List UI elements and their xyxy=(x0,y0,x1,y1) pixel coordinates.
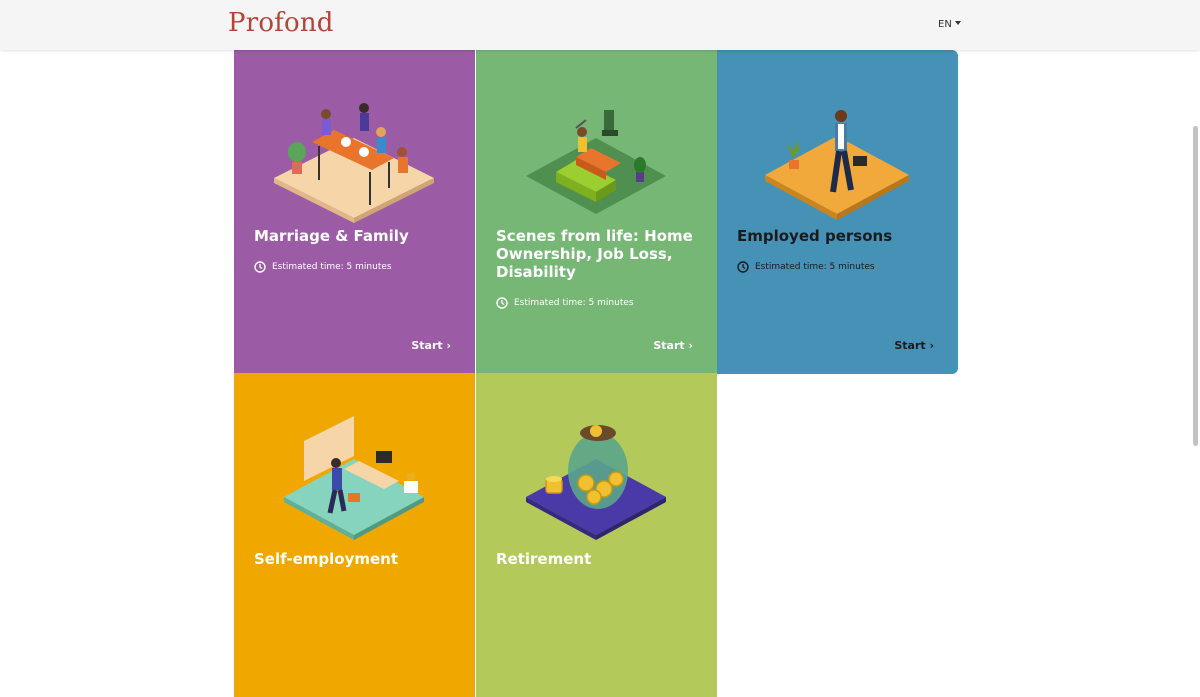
card-title: Self-employment xyxy=(254,550,399,568)
card-retirement[interactable]: Retirement xyxy=(476,373,717,697)
logo[interactable]: Profond xyxy=(228,8,334,38)
clock-icon xyxy=(737,261,749,273)
language-selector[interactable]: EN xyxy=(938,19,961,30)
language-label: EN xyxy=(938,19,952,30)
clock-icon xyxy=(254,261,266,273)
employed-person-illustration xyxy=(765,110,909,220)
self-employment-illustration xyxy=(284,416,424,540)
estimated-time-text: Estimated time: 5 minutes xyxy=(514,298,634,308)
caret-down-icon xyxy=(954,21,961,25)
estimated-time-text: Estimated time: 5 minutes xyxy=(755,262,875,272)
card-title: Marriage & Family xyxy=(254,227,409,245)
estimated-time-text: Estimated time: 5 minutes xyxy=(272,262,392,272)
estimated-time: Estimated time: 5 minutes xyxy=(496,297,634,309)
start-button[interactable]: Start › xyxy=(894,339,934,352)
clock-icon xyxy=(496,297,508,309)
start-button[interactable]: Start › xyxy=(653,339,693,352)
estimated-time: Estimated time: 5 minutes xyxy=(737,261,875,273)
home-ownership-illustration xyxy=(526,110,666,214)
card-self-employment[interactable]: Self-employment xyxy=(234,373,475,697)
marriage-family-illustration xyxy=(274,103,434,223)
estimated-time: Estimated time: 5 minutes xyxy=(254,261,392,273)
top-navbar: Profond EN xyxy=(0,0,1200,50)
card-scenes-from-life[interactable]: Scenes from life: Home Ownership, Job Lo… xyxy=(476,50,717,374)
retirement-illustration xyxy=(526,425,666,540)
card-marriage-family[interactable]: Marriage & Family Estimated time: 5 minu… xyxy=(234,50,475,374)
card-title: Employed persons xyxy=(737,227,893,245)
start-button[interactable]: Start › xyxy=(411,339,451,352)
card-employed-persons[interactable]: Employed persons Estimated time: 5 minut… xyxy=(717,50,958,374)
scrollbar[interactable] xyxy=(1193,126,1198,446)
card-title: Retirement xyxy=(496,550,592,568)
card-title: Scenes from life: Home Ownership, Job Lo… xyxy=(496,227,693,281)
